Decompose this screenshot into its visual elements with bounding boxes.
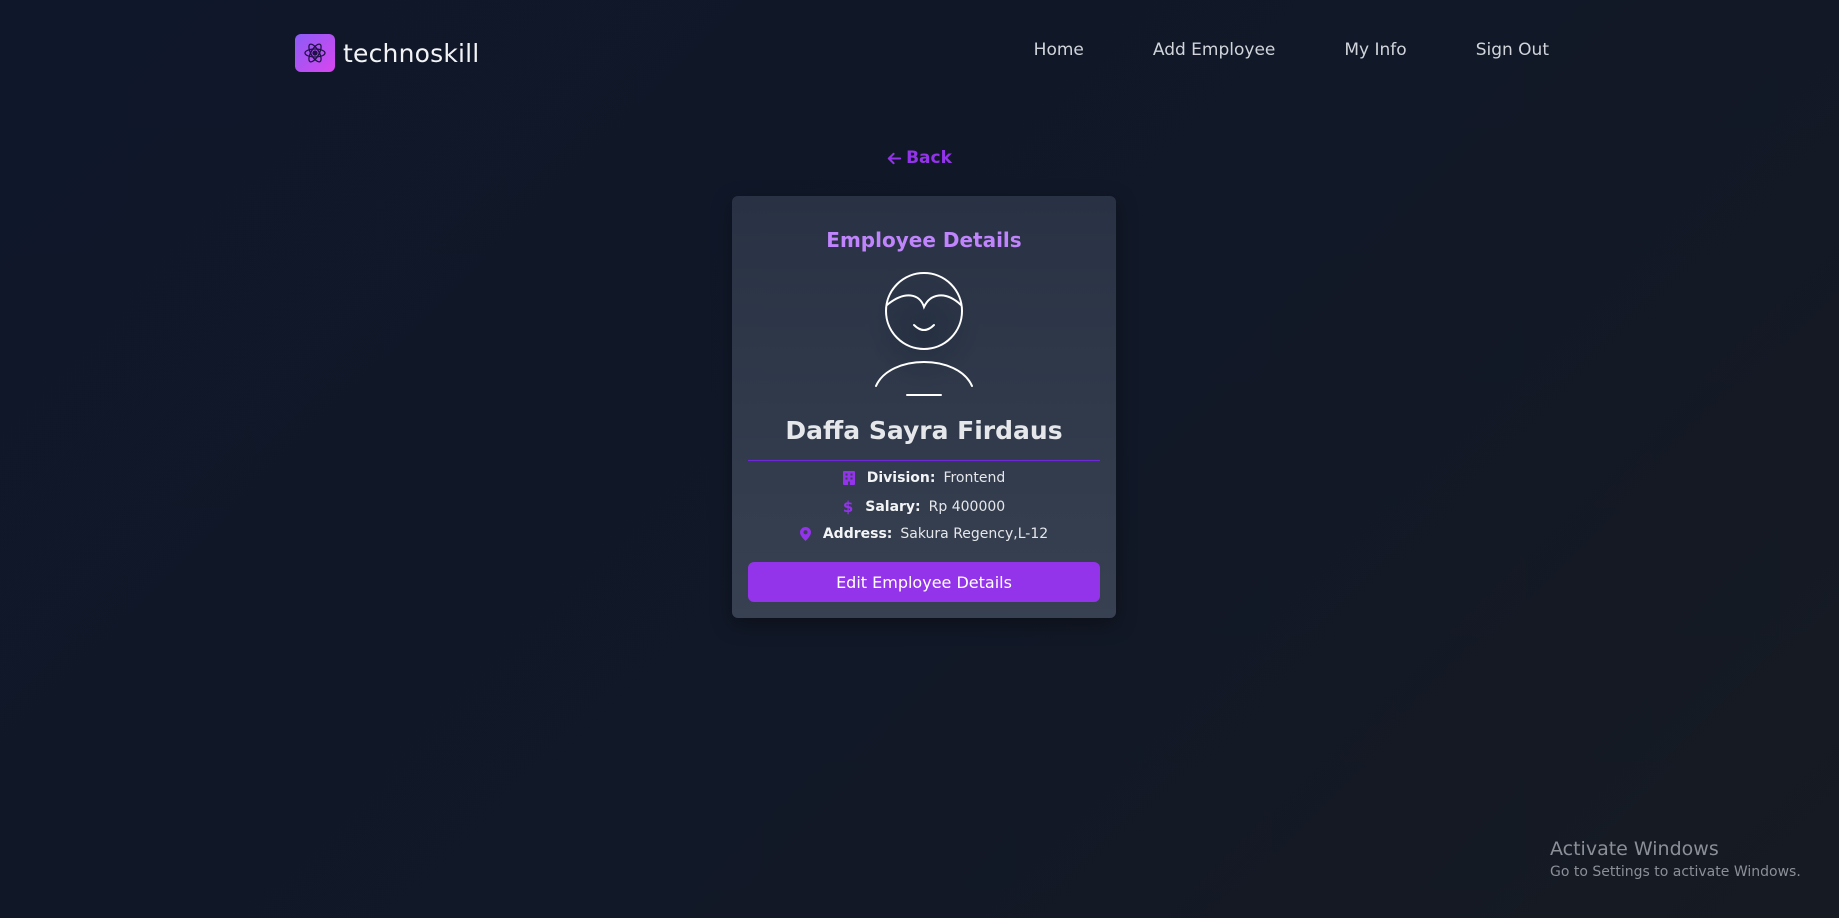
address-label: Address: xyxy=(822,526,893,542)
arrow-left-icon xyxy=(887,152,902,164)
atom-logo-icon xyxy=(295,34,335,72)
nav-home-link[interactable]: Home xyxy=(1034,40,1084,60)
division-label: Division: xyxy=(866,470,936,486)
division-value: Frontend xyxy=(943,470,1006,486)
divider xyxy=(748,460,1100,461)
address-value: Sakura Regency,L-12 xyxy=(900,526,1049,542)
employee-name: Daffa Sayra Firdaus xyxy=(785,416,1063,445)
windows-activation-watermark: Activate Windows Go to Settings to activ… xyxy=(1550,838,1801,880)
brand-name: technoskill xyxy=(343,38,480,68)
nav-links: Home Add Employee My Info Sign Out xyxy=(1034,40,1549,60)
salary-label: Salary: xyxy=(865,499,921,515)
brand[interactable]: technoskill xyxy=(295,34,479,72)
card-title: Employee Details xyxy=(826,228,1022,252)
building-icon xyxy=(842,471,855,485)
nav-add-employee-link[interactable]: Add Employee xyxy=(1153,40,1276,60)
user-avatar-icon xyxy=(860,272,988,396)
back-label: Back xyxy=(906,148,952,168)
nav-sign-out-link[interactable]: Sign Out xyxy=(1476,40,1549,60)
dollar-icon: $ xyxy=(842,498,854,516)
address-row: Address: Sakura Regency,L-12 xyxy=(732,526,1116,542)
employee-details-card: Employee Details Daffa Sayra Firdaus Div… xyxy=(732,196,1116,618)
edit-employee-button[interactable]: Edit Employee Details xyxy=(748,562,1100,602)
navbar: technoskill Home Add Employee My Info Si… xyxy=(0,0,1839,104)
salary-value: Rp 400000 xyxy=(928,499,1006,515)
salary-row: $ Salary: Rp 400000 xyxy=(732,498,1116,516)
division-row: Division: Frontend xyxy=(732,470,1116,486)
watermark-title: Activate Windows xyxy=(1550,838,1719,860)
nav-my-info-link[interactable]: My Info xyxy=(1344,40,1406,60)
watermark-subtitle: Go to Settings to activate Windows. xyxy=(1550,864,1801,880)
back-link[interactable]: Back xyxy=(887,148,952,168)
map-pin-icon xyxy=(799,527,811,541)
back-link-container: Back xyxy=(0,148,1839,171)
